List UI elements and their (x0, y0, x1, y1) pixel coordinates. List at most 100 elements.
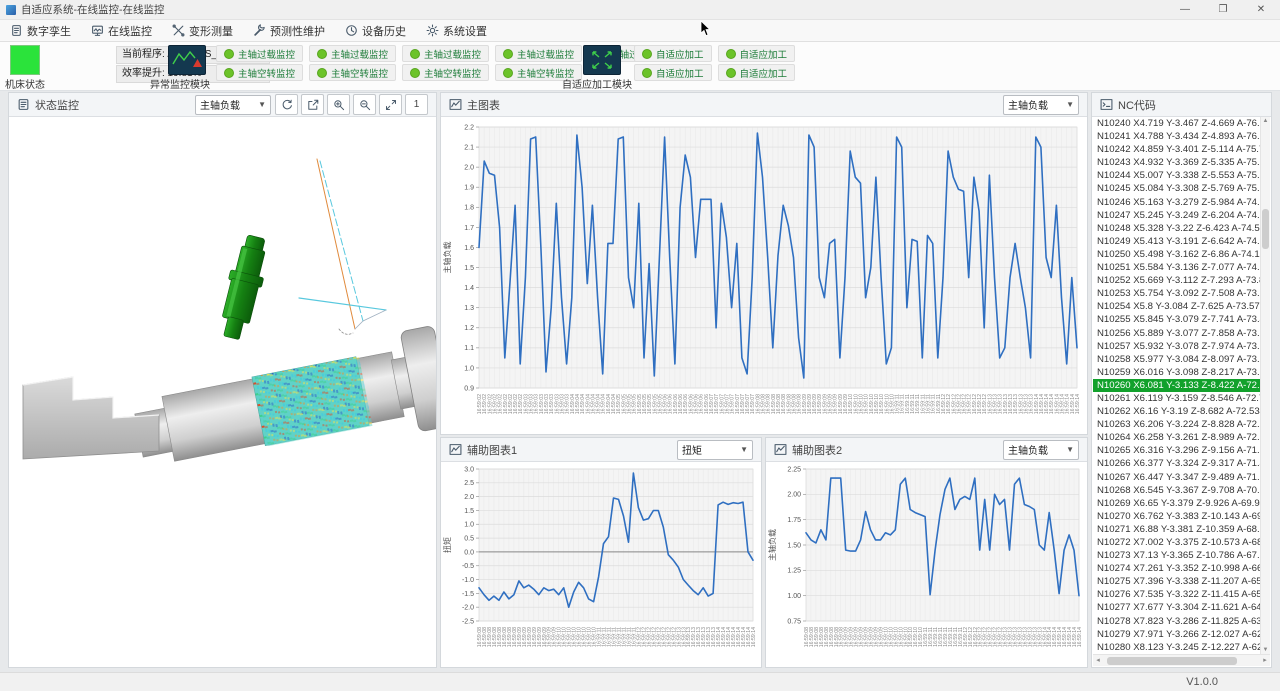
close-button[interactable]: ✕ (1242, 0, 1280, 19)
maximize-button[interactable]: ❐ (1204, 0, 1242, 19)
nc-code-line[interactable]: N10262 X6.16 Y-3.19 Z-8.682 A-72.534 C (1093, 405, 1270, 418)
main-chart-title: 主图表 (467, 97, 500, 113)
nc-code-line[interactable]: N10267 X6.447 Y-3.347 Z-9.489 A-71.055 (1093, 471, 1270, 484)
menu-item-device-history[interactable]: 设备历史 (345, 23, 406, 39)
scrollbar-thumb[interactable] (1107, 657, 1237, 665)
nc-code-line[interactable]: N10245 X5.084 Y-3.308 Z-5.769 A-75.088 (1093, 182, 1270, 195)
nc-code-line[interactable]: N10253 X5.754 Y-3.092 Z-7.508 A-73.677 (1093, 287, 1270, 300)
main-chart-signal-dropdown[interactable]: 主轴负载▼ (1003, 95, 1079, 115)
spindle-overload-button-3[interactable]: 主轴过载监控 (402, 45, 489, 62)
export-button[interactable] (301, 94, 324, 115)
machine-3d-view[interactable] (9, 117, 436, 667)
zoom-out-button[interactable] (353, 94, 376, 115)
zoom-in-button[interactable] (327, 94, 350, 115)
nc-code-line[interactable]: N10250 X5.498 Y-3.162 Z-6.86 A-74.178 C (1093, 248, 1270, 261)
nc-code-line[interactable]: N10240 X4.719 Y-3.467 Z-4.669 A-76.396 (1093, 117, 1270, 130)
aux1-chart[interactable]: -2.5-2.0-1.5-1.0-0.50.00.51.01.52.02.53.… (441, 462, 761, 667)
adaptive-machining-button-1[interactable]: 自适应加工 (634, 45, 712, 62)
nc-code-line[interactable]: N10247 X5.245 Y-3.249 Z-6.204 A-74.701 (1093, 209, 1270, 222)
nc-code-line[interactable]: N10249 X5.413 Y-3.191 Z-6.642 A-74.346 (1093, 235, 1270, 248)
nc-code-line[interactable]: N10243 X4.932 Y-3.369 Z-5.335 A-75.523 (1093, 156, 1270, 169)
mouse-cursor (700, 21, 711, 37)
nc-code-line[interactable]: N10248 X5.328 Y-3.22 Z-6.423 A-74.52 C (1093, 222, 1270, 235)
nc-code-line[interactable]: N10265 X6.316 Y-3.296 Z-9.156 A-71.771 (1093, 444, 1270, 457)
fit-button[interactable] (379, 94, 402, 115)
nc-code-line[interactable]: N10275 X7.396 Y-3.338 Z-11.207 A-65.95 (1093, 575, 1270, 588)
svg-text:2.0: 2.0 (464, 494, 474, 501)
nc-code-line[interactable]: N10274 X7.261 Y-3.352 Z-10.998 A-66.67 (1093, 562, 1270, 575)
nc-code-line[interactable]: N10252 X5.669 Y-3.112 Z-7.293 A-73.844 (1093, 274, 1270, 287)
nc-code-line[interactable]: N10244 X5.007 Y-3.338 Z-5.553 A-75.297 (1093, 169, 1270, 182)
nc-code-line[interactable]: N10261 X6.119 Y-3.159 Z-8.546 A-72.701 (1093, 392, 1270, 405)
menu-item-deformation-measure[interactable]: 变形测量 (172, 23, 233, 39)
nc-code-line[interactable]: N10279 X7.971 Y-3.266 Z-12.027 A-62.98 (1093, 628, 1270, 641)
scroll-right-icon[interactable]: ▸ (1260, 655, 1270, 666)
nc-code-line[interactable]: N10242 X4.859 Y-3.401 Z-5.114 A-75.775 (1093, 143, 1270, 156)
main-chart[interactable]: 0.91.01.11.21.31.41.51.61.71.81.92.02.12… (441, 117, 1087, 434)
nc-code-line[interactable]: N10277 X7.677 Y-3.304 Z-11.621 A-64.48 (1093, 601, 1270, 614)
nc-code-line[interactable]: N10272 X7.002 Y-3.375 Z-10.573 A-68.05 (1093, 536, 1270, 549)
svg-text:-1.0: -1.0 (462, 577, 474, 584)
adaptive-machining-button-1[interactable]: 自适应加工 (634, 64, 712, 81)
nc-code-line[interactable]: N10276 X7.535 Y-3.322 Z-11.415 A-65.22 (1093, 588, 1270, 601)
nc-code-line[interactable]: N10258 X5.977 Y-3.084 Z-8.097 A-73.138 (1093, 353, 1270, 366)
nc-code-line[interactable]: N10273 X7.13 Y-3.365 Z-10.786 A-67.372 (1093, 549, 1270, 562)
deformation-icon (172, 24, 185, 37)
scroll-left-icon[interactable]: ◂ (1093, 655, 1103, 666)
nc-code-line[interactable]: N10278 X7.823 Y-3.286 Z-11.825 A-63.73 (1093, 615, 1270, 628)
nc-vertical-scrollbar[interactable]: ▲ ▼ (1260, 117, 1270, 655)
spindle-overload-button-1[interactable]: 主轴过载监控 (216, 45, 303, 62)
adaptive-machining-button-2[interactable]: 自适应加工 (718, 45, 796, 62)
adaptive-button-row-1: 自适应加工自适应加工 (634, 45, 795, 62)
menu-item-system-settings[interactable]: 系统设置 (426, 23, 487, 39)
spindle-idle-button-3[interactable]: 主轴空转监控 (402, 64, 489, 81)
nc-code-line[interactable]: N10255 X5.845 Y-3.079 Z-7.741 A-73.458 (1093, 313, 1270, 326)
scale-1-button[interactable]: 1 (405, 94, 428, 115)
aux2-chart[interactable]: 0.751.001.251.501.752.002.2516:59:0816:5… (766, 462, 1087, 667)
nc-code-line[interactable]: N10263 X6.206 Y-3.224 Z-8.828 A-72.33 C (1093, 418, 1270, 431)
nc-code-line[interactable]: N10264 X6.258 Y-3.261 Z-8.989 A-72.072 (1093, 431, 1270, 444)
nc-code-line[interactable]: N10270 X6.762 Y-3.383 Z-10.143 A-69.34 (1093, 510, 1270, 523)
orbit-button[interactable] (275, 94, 298, 115)
window-title: 自适应系统-在线监控-在线监控 (21, 2, 165, 17)
chevron-down-icon: ▼ (1066, 100, 1074, 109)
aux2-signal-dropdown[interactable]: 主轴负载▼ (1003, 440, 1079, 460)
spindle-overload-button-2[interactable]: 主轴过载监控 (309, 45, 396, 62)
menu-item-digital-twin[interactable]: 数字孪生 (10, 23, 71, 39)
svg-text:2.0: 2.0 (464, 165, 474, 172)
scroll-up-icon[interactable]: ▲ (1261, 117, 1270, 126)
nc-code-line[interactable]: N10271 X6.88 Y-3.381 Z-10.359 A-68.711 (1093, 523, 1270, 536)
status-dot-icon (410, 68, 420, 78)
nc-code-line[interactable]: N10254 X5.8 Y-3.084 Z-7.625 A-73.571 C (1093, 300, 1270, 313)
left-panel-signal-dropdown[interactable]: 主轴负载▼ (195, 95, 271, 115)
spindle-idle-button-1[interactable]: 主轴空转监控 (216, 64, 303, 81)
nc-code-line[interactable]: N10266 X6.377 Y-3.324 Z-9.317 A-71.443 (1093, 457, 1270, 470)
nc-code-line[interactable]: N10246 X5.163 Y-3.279 Z-5.984 A-74.892 (1093, 196, 1270, 209)
svg-text:16:59:14: 16:59:14 (1075, 394, 1081, 414)
nc-horizontal-scrollbar[interactable]: ◂ ▸ (1093, 654, 1270, 666)
nc-code-line[interactable]: N10268 X6.545 Y-3.367 Z-9.708 A-70.519 (1093, 484, 1270, 497)
nc-code-line[interactable]: N10259 X6.016 Y-3.098 Z-8.217 A-73.036 (1093, 366, 1270, 379)
scrollbar-thumb[interactable] (1262, 209, 1269, 249)
minimize-button[interactable]: — (1166, 0, 1204, 19)
svg-text:1.5: 1.5 (464, 508, 474, 515)
adaptive-machining-button-2[interactable]: 自适应加工 (718, 64, 796, 81)
menu-item-online-monitoring[interactable]: 在线监控 (91, 23, 152, 39)
spindle-idle-button-2[interactable]: 主轴空转监控 (309, 64, 396, 81)
menu-item-predictive-maintenance[interactable]: 预测性维护 (253, 23, 325, 39)
status-dot-icon (642, 68, 652, 78)
svg-text:-0.5: -0.5 (462, 563, 474, 570)
spindle-overload-button-4[interactable]: 主轴过载监控 (495, 45, 582, 62)
chart-icon (774, 443, 787, 456)
aux1-signal-dropdown[interactable]: 扭矩▼ (677, 440, 753, 460)
nc-code-line[interactable]: N10269 X6.65 Y-3.379 Z-9.926 A-69.947 C (1093, 497, 1270, 510)
nc-code-line[interactable]: N10256 X5.889 Y-3.077 Z-7.858 A-73.348 (1093, 327, 1270, 340)
machine-status-indicator (10, 45, 40, 75)
nc-code-line[interactable]: N10241 X4.788 Y-3.434 Z-4.893 A-76.062 (1093, 130, 1270, 143)
nc-code-line[interactable]: N10280 X8.123 Y-3.245 Z-12.227 A-62.23 (1093, 641, 1270, 654)
nc-code-line[interactable]: N10257 X5.932 Y-3.078 Z-7.974 A-73.243 (1093, 340, 1270, 353)
nc-code-line[interactable]: N10260 X6.081 Y-3.133 Z-8.422 A-72.835 (1093, 379, 1270, 392)
version-label: V1.0.0 (1186, 676, 1218, 688)
svg-text:-2.0: -2.0 (462, 605, 474, 612)
nc-code-line[interactable]: N10251 X5.584 Y-3.136 Z-7.077 A-74.012 (1093, 261, 1270, 274)
